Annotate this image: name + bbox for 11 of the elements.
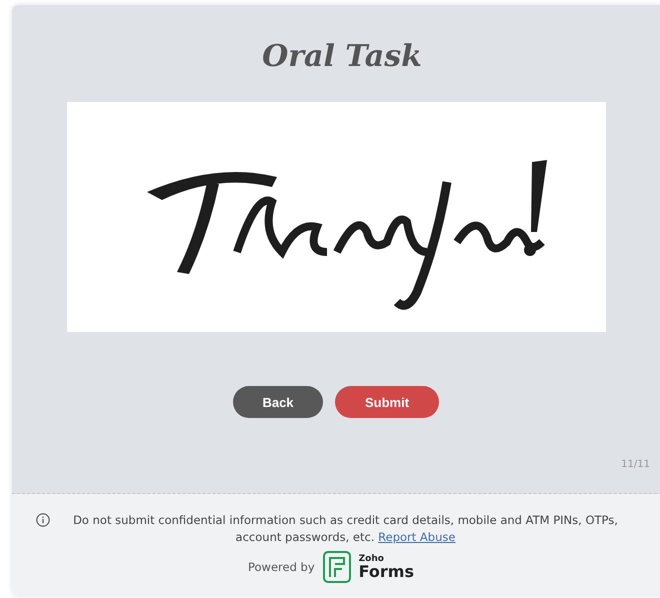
powered-by-text: Powered by (248, 560, 315, 574)
report-abuse-link[interactable]: Report Abuse (378, 530, 456, 544)
back-button[interactable]: Back (233, 386, 323, 418)
submit-button[interactable]: Submit (335, 386, 439, 418)
info-icon (36, 513, 50, 527)
brand-product: Forms (358, 564, 414, 580)
page-indicator: 11/11 (621, 459, 650, 470)
form-title: Oral Task (262, 39, 422, 74)
forms-logo-icon (322, 551, 351, 583)
brand-name: Zoho (358, 554, 385, 564)
notice-text: Do not submit confidential information such as credit card details, mobile and ATM PINs, OTPs, account passwords, etc. Report Abuse (72, 512, 619, 546)
